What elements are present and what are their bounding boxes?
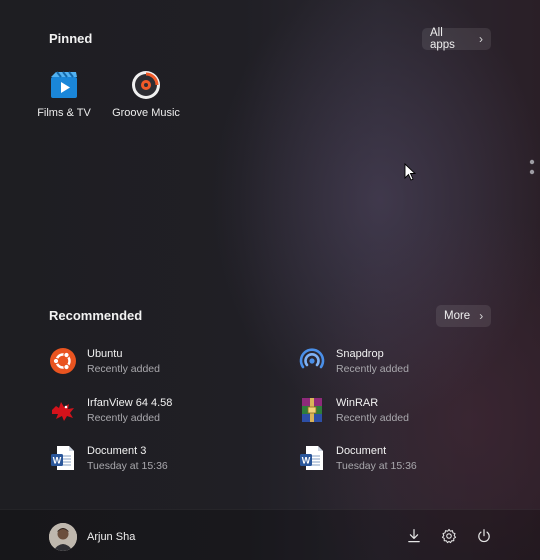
- svg-text:W: W: [53, 456, 62, 466]
- recommended-item-snapdrop[interactable]: Snapdrop Recently added: [298, 344, 498, 378]
- irfanview-icon: [52, 402, 74, 421]
- avatar: [49, 523, 77, 551]
- recommended-item-document-3[interactable]: W Document 3 Tuesday at 15:36: [49, 441, 249, 475]
- user-avatar-icon: [49, 523, 77, 551]
- recommended-item-subtitle: Recently added: [87, 411, 160, 424]
- recommended-item-subtitle: Recently added: [336, 362, 409, 375]
- start-menu: Pinned All apps › Films & TV Groove Musi…: [0, 0, 540, 560]
- more-label: More: [444, 310, 471, 322]
- recommended-item-name: Snapdrop: [336, 347, 384, 360]
- recommended-item-name: IrfanView 64 4.58: [87, 396, 173, 409]
- power-button[interactable]: [474, 526, 494, 546]
- page-indicator-dots[interactable]: [528, 158, 536, 178]
- word-document-icon: W: [300, 446, 323, 470]
- recommended-item-document[interactable]: W Document Tuesday at 15:36: [298, 441, 498, 475]
- svg-text:W: W: [302, 456, 311, 466]
- all-apps-label: All apps: [430, 27, 455, 51]
- mouse-cursor-icon: [404, 163, 416, 181]
- recommended-item-ubuntu[interactable]: Ubuntu Recently added: [49, 344, 249, 378]
- films-tv-icon: [51, 71, 77, 98]
- pinned-app-label: Films & TV: [37, 107, 91, 119]
- recommended-item-name: Ubuntu: [87, 347, 123, 360]
- recommended-item-name: Document: [336, 444, 387, 457]
- chevron-right-icon: ›: [479, 32, 483, 46]
- pinned-app-films-tv[interactable]: Films & TV: [22, 69, 106, 119]
- settings-button[interactable]: [439, 526, 459, 546]
- settings-icon: [441, 528, 457, 544]
- recommended-item-subtitle: Recently added: [87, 362, 160, 375]
- recommended-title: Recommended: [49, 308, 143, 323]
- groove-music-icon: [132, 71, 160, 99]
- user-account-button[interactable]: Arjun Sha: [49, 523, 135, 551]
- all-apps-button[interactable]: All apps ›: [422, 27, 491, 51]
- power-icon: [478, 529, 490, 543]
- more-button[interactable]: More ›: [436, 305, 491, 327]
- downloads-button[interactable]: [404, 526, 424, 546]
- word-document-icon: W: [51, 446, 74, 470]
- recommended-item-subtitle: Tuesday at 15:36: [336, 459, 417, 472]
- pinned-app-label: Groove Music: [112, 107, 180, 119]
- start-menu-footer: Arjun Sha: [0, 509, 540, 560]
- pinned-app-groove-music[interactable]: Groove Music: [104, 69, 188, 119]
- user-name: Arjun Sha: [87, 531, 136, 543]
- download-icon: [408, 529, 420, 543]
- ubuntu-icon: [50, 348, 76, 374]
- recommended-item-name: Document 3: [87, 444, 147, 457]
- recommended-item-winrar[interactable]: WinRAR Recently added: [298, 393, 498, 427]
- winrar-icon: [302, 398, 322, 422]
- recommended-item-name: WinRAR: [336, 396, 379, 409]
- recommended-item-subtitle: Recently added: [336, 411, 409, 424]
- snapdrop-icon: [299, 348, 325, 369]
- recommended-item-subtitle: Tuesday at 15:36: [87, 459, 168, 472]
- chevron-right-icon: ›: [479, 309, 484, 323]
- pinned-title: Pinned: [49, 31, 93, 46]
- recommended-item-irfanview[interactable]: IrfanView 64 4.58 Recently added: [49, 393, 249, 427]
